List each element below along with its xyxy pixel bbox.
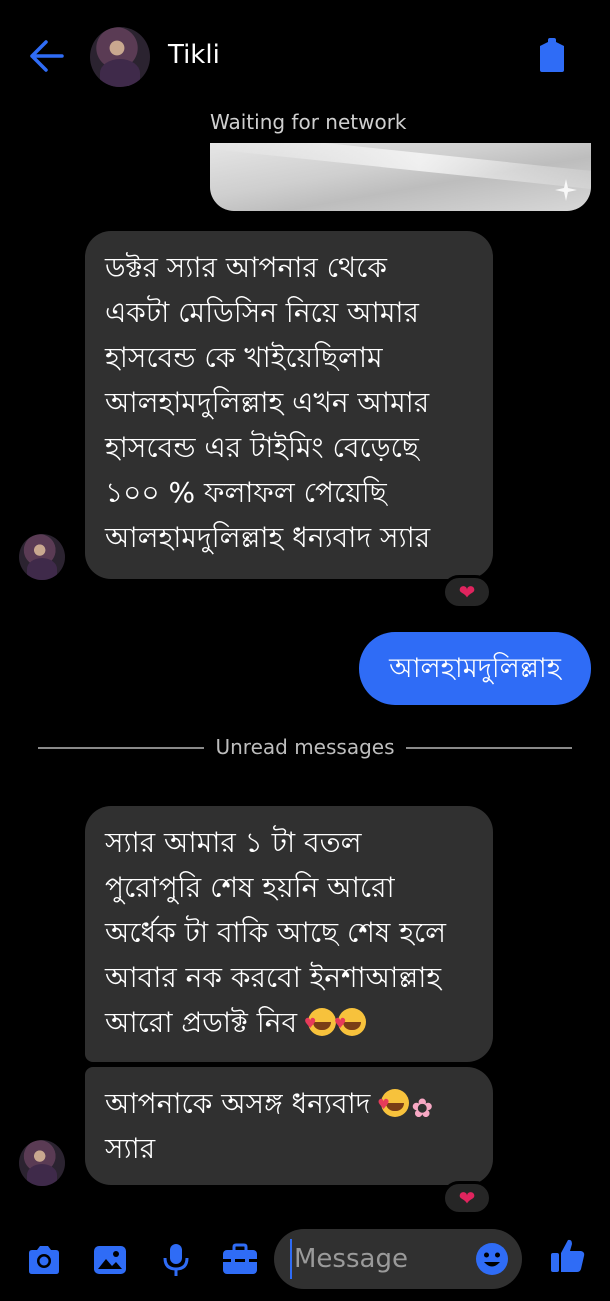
network-status: Waiting for network (210, 110, 407, 134)
contact-avatar[interactable] (90, 27, 150, 87)
gallery-icon[interactable] (90, 1240, 130, 1280)
message-line: হাসবেন্ড এর টাইমিং বেড়েছে (105, 431, 419, 464)
message-line: অর্ধেক টা বাকি আছে শেষ হলে (105, 916, 447, 949)
toolbox-icon[interactable] (220, 1240, 260, 1280)
message-line: আলহামদুলিল্লাহ এখন আমার (105, 386, 430, 419)
incoming-message[interactable]: আপনাকে অসঙ্গ ধন্যবাদ ✿ স্যার (85, 1067, 493, 1185)
incoming-message[interactable]: ডক্টর স্যার আপনার থেকে একটা মেডিসিন নিয়… (85, 231, 493, 579)
message-line-with-emoji: আরো প্রডাক্ট নিব (105, 1000, 473, 1047)
back-arrow-icon[interactable] (26, 38, 66, 74)
heart-reaction[interactable]: ❤ (442, 1181, 492, 1215)
message-line: ১০০ % ফলাফল পেয়েছি (105, 476, 387, 509)
heart-icon: ❤ (458, 1186, 476, 1210)
camera-icon[interactable] (24, 1240, 64, 1280)
outgoing-message[interactable]: আলহামদুলিল্লাহ (359, 632, 591, 705)
message-line: হাসবেন্ড কে খাইয়েছিলাম (105, 341, 383, 374)
microphone-icon[interactable] (156, 1240, 196, 1280)
message-line: একটা মেডিসিন নিয়ে আমার (105, 296, 419, 329)
message-line: আলহামদুলিল্লাহ ধন্যবাদ স্যার (105, 521, 431, 554)
unread-label: Unread messages (215, 735, 395, 759)
incoming-message[interactable]: স্যার আমার ১ টা বতল পুরোপুরি শেষ হয়নি আ… (85, 806, 493, 1062)
message-line: আপনাকে অসঙ্গ ধন্যবাদ (105, 1087, 371, 1120)
shield-icon[interactable] (536, 36, 568, 74)
contact-name[interactable]: Tikli (168, 40, 220, 70)
smiling-hearts-emoji-icon (377, 1083, 410, 1128)
photo-highlight (210, 143, 591, 193)
emoji-icon[interactable] (474, 1241, 510, 1277)
message-composer (0, 1226, 610, 1296)
heart-icon: ❤ (458, 580, 476, 604)
message-line-with-emoji: আপনাকে অসঙ্গ ধন্যবাদ ✿ (105, 1081, 473, 1128)
chat-header: Tikli (0, 0, 610, 110)
message-line: স্যার (105, 1132, 156, 1165)
photo-message[interactable] (210, 143, 591, 211)
message-line: আবার নক করবো ইনশাআল্লাহ (105, 961, 442, 994)
message-line: ডক্টর স্যার আপনার থেকে (105, 251, 387, 284)
message-line: স্যার আমার ১ টা বতল (105, 826, 362, 859)
message-input[interactable] (290, 1239, 470, 1279)
sender-avatar[interactable] (19, 534, 65, 580)
unread-divider: Unread messages (38, 733, 572, 761)
smiling-hearts-emoji-icon (334, 1002, 366, 1047)
heart-reaction[interactable]: ❤ (442, 575, 492, 609)
cherry-blossom-icon: ✿ (411, 1094, 434, 1124)
message-line: আরো প্রডাক্ট নিব (105, 1006, 298, 1039)
sender-avatar[interactable] (19, 1140, 65, 1186)
thumbs-up-icon[interactable] (548, 1236, 588, 1276)
sparkle-icon (555, 179, 577, 201)
message-line: পুরোপুরি শেষ হয়নি আরো (105, 871, 395, 904)
smiling-hearts-emoji-icon (304, 1002, 336, 1047)
message-field[interactable] (274, 1229, 522, 1289)
